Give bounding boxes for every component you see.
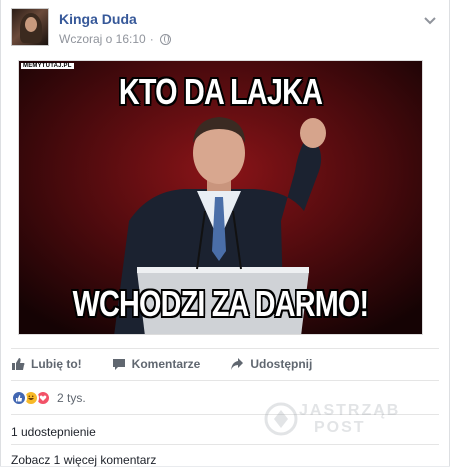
- share-button[interactable]: Udostępnij: [230, 357, 312, 371]
- podium-top: [137, 267, 309, 273]
- like-reaction-icon: [11, 390, 27, 406]
- post-meta: Wczoraj o 16:10 ·: [59, 32, 171, 46]
- meme-caption-bottom: WCHODZI ZA DARMO!: [72, 283, 369, 324]
- action-bar: Lubię to! Komentarze Udostępnij: [11, 357, 342, 371]
- watermark-logo-icon: [264, 402, 298, 436]
- share-label: Udostępnij: [250, 357, 313, 371]
- like-label: Lubię to!: [31, 357, 82, 371]
- site-watermark: JASTRZĄB POST: [264, 400, 398, 440]
- like-button[interactable]: Lubię to!: [11, 357, 82, 371]
- divider: [11, 444, 439, 445]
- reaction-count[interactable]: 2 tys.: [57, 391, 86, 405]
- comment-button[interactable]: Komentarze: [112, 357, 201, 371]
- avatar-face: [25, 17, 37, 32]
- divider: [11, 348, 439, 349]
- divider: [11, 414, 439, 415]
- post-timestamp[interactable]: Wczoraj o 16:10: [59, 32, 146, 46]
- share-icon: [231, 358, 244, 370]
- facebook-post: Kinga Duda Wczoraj o 16:10 · MEMYTUTAJ.P…: [0, 0, 450, 467]
- divider: [11, 380, 439, 381]
- reactions-summary[interactable]: 2 tys.: [11, 390, 86, 406]
- globe-icon: [159, 33, 171, 45]
- watermark-line1: JASTRZĄB: [299, 402, 401, 419]
- post-header: Kinga Duda Wczoraj o 16:10 ·: [11, 8, 441, 52]
- view-more-comments-link[interactable]: Zobacz 1 więcej komentarz: [11, 453, 156, 467]
- raised-fist: [300, 118, 326, 148]
- chevron-down-icon[interactable]: [423, 14, 437, 28]
- comment-icon: [112, 359, 125, 370]
- avatar[interactable]: [11, 8, 49, 46]
- thumbs-up-icon: [12, 358, 25, 370]
- meme-watermark: MEMYTUTAJ.PL: [21, 63, 74, 69]
- separator-dot: ·: [149, 32, 154, 46]
- watermark-line2: POST: [314, 419, 366, 436]
- author-name[interactable]: Kinga Duda: [59, 11, 137, 27]
- comment-label: Komentarze: [131, 357, 201, 371]
- shares-count[interactable]: 1 udostepnienie: [11, 425, 96, 439]
- meme-image[interactable]: MEMYTUTAJ.PL KTO DA LAJKA WCHODZI ZA DAR…: [18, 60, 423, 335]
- meme-caption-top: KTO DA LAJKA: [118, 71, 323, 112]
